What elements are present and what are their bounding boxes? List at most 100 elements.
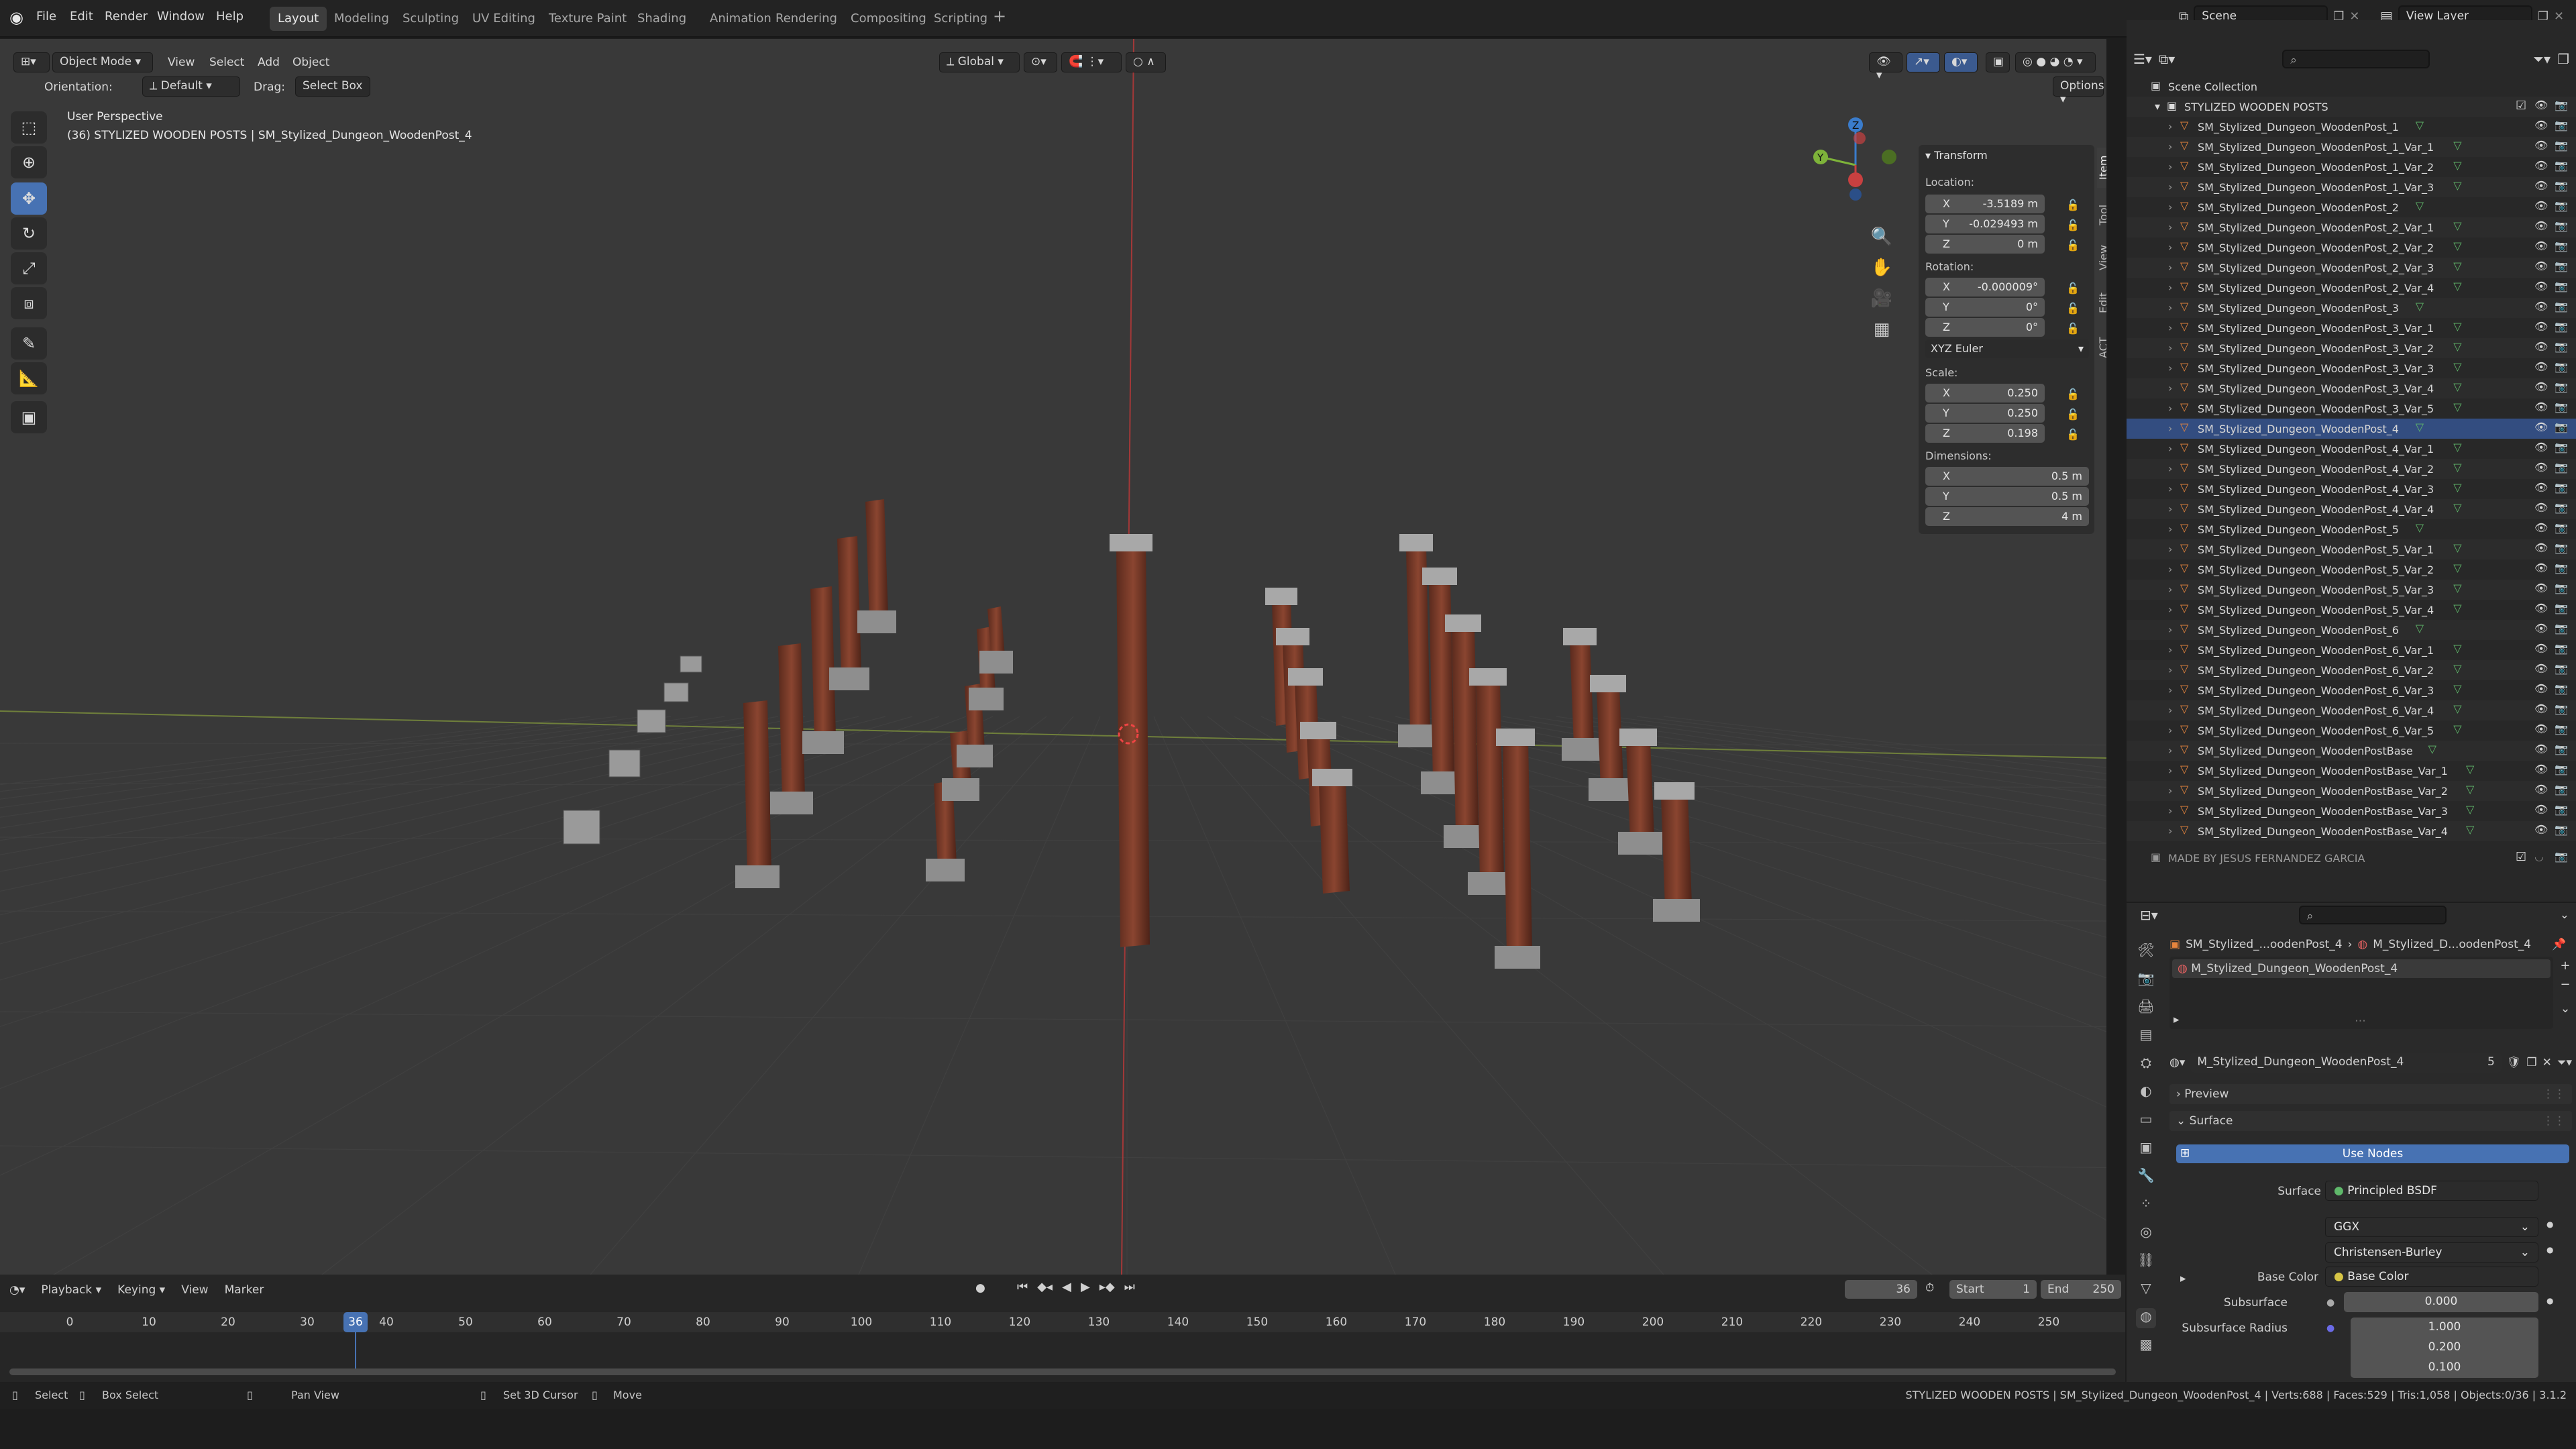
menu-window[interactable]: Window xyxy=(157,9,205,23)
expand-arrow-icon[interactable]: › xyxy=(2168,482,2172,495)
outliner-item[interactable]: › ▽ SM_Stylized_Dungeon_WoodenPost_6_Var_1… xyxy=(2127,640,2576,660)
location-y-field[interactable]: Y -0.029493 m xyxy=(1925,215,2045,233)
mesh-data-icon[interactable]: ▽ xyxy=(2453,260,2461,272)
mesh-data-icon[interactable]: ▽ xyxy=(2466,783,2474,796)
mesh-data-icon[interactable]: ▽ xyxy=(2453,219,2461,232)
expand-arrow-icon[interactable]: › xyxy=(2168,804,2172,817)
location-x-field[interactable]: X -3.5189 m xyxy=(1925,195,2045,213)
eye-icon[interactable]: 👁 xyxy=(2534,501,2548,514)
eye-icon[interactable]: 👁 xyxy=(2534,461,2548,474)
lock-icon[interactable]: 🔓 xyxy=(2066,302,2080,315)
outliner-item[interactable]: › ▽ SM_Stylized_Dungeon_WoodenPostBase_Var… xyxy=(2127,781,2576,801)
editor-type-icon[interactable]: ◔▾ xyxy=(9,1283,25,1297)
outliner-item[interactable]: › ▽ SM_Stylized_Dungeon_WoodenPost_6_Var_4… xyxy=(2127,700,2576,720)
mesh-data-icon[interactable]: ▽ xyxy=(2466,763,2474,775)
outliner-item[interactable]: › ▽ SM_Stylized_Dungeon_WoodenPost_2_Var_4… xyxy=(2127,278,2576,298)
proportional-edit-button[interactable]: ○ ∧ xyxy=(1126,52,1166,72)
gizmo-toggle-button[interactable]: ↗▾ xyxy=(1907,52,1940,72)
menu-select[interactable]: Select xyxy=(209,56,244,69)
camera-icon[interactable]: 📷 xyxy=(2555,722,2568,735)
pivot-point-button[interactable]: ⊙▾ xyxy=(1024,52,1057,72)
eye-icon[interactable]: 👁 xyxy=(2534,763,2548,775)
expand-arrow-icon[interactable]: › xyxy=(2168,724,2172,737)
outliner-item[interactable]: › ▽ SM_Stylized_Dungeon_WoodenPost_1_Var_3… xyxy=(2127,177,2576,197)
scale-tool[interactable]: ⤢ xyxy=(11,252,47,284)
view-layer-icon[interactable]: ▤ xyxy=(2136,1026,2156,1046)
select-box-tool[interactable]: ⬚ xyxy=(11,111,47,144)
outliner-item[interactable]: › ▽ SM_Stylized_Dungeon_WoodenPost_5_Var_2… xyxy=(2127,559,2576,580)
keyframe-dot-icon[interactable]: ● xyxy=(2546,1220,2553,1229)
expand-arrow-icon[interactable]: › xyxy=(2168,583,2172,596)
camera-icon[interactable]: 📷 xyxy=(2555,850,2568,863)
mesh-data-icon[interactable]: ▽ xyxy=(2453,159,2461,172)
outliner-item[interactable]: › ▽ SM_Stylized_Dungeon_WoodenPost_6_Var_5… xyxy=(2127,720,2576,741)
scene-collection-row[interactable]: ▣ Scene Collection xyxy=(2127,76,2576,97)
play-reverse-icon[interactable]: ◀ xyxy=(1062,1280,1071,1294)
mesh-data-icon[interactable]: ▽ xyxy=(2453,602,2461,614)
jump-end-icon[interactable]: ⏭ xyxy=(1124,1280,1135,1294)
eye-icon[interactable]: 👁 xyxy=(2534,119,2548,131)
workspace-tab-sculpting[interactable]: Sculpting xyxy=(394,7,467,31)
camera-icon[interactable]: 📷 xyxy=(2555,682,2568,695)
eye-icon[interactable]: 👁 xyxy=(2534,481,2548,494)
outliner-item[interactable]: › ▽ SM_Stylized_Dungeon_WoodenPost_4_Var_2… xyxy=(2127,459,2576,479)
mesh-data-icon[interactable]: ▽ xyxy=(2453,561,2461,574)
camera-icon[interactable]: 📷 xyxy=(2555,662,2568,675)
expand-arrow-icon[interactable]: › xyxy=(2168,462,2172,475)
eye-icon[interactable]: 👁 xyxy=(2534,320,2548,333)
add-slot-button[interactable]: + xyxy=(2557,957,2573,975)
rotation-z-field[interactable]: Z 0° xyxy=(1925,318,2045,337)
mesh-data-icon[interactable]: ▽ xyxy=(2416,199,2424,212)
mesh-data-icon[interactable]: ▽ xyxy=(2453,722,2461,735)
mesh-data-icon[interactable]: ▽ xyxy=(2453,461,2461,474)
keying-menu[interactable]: Keying ▾ xyxy=(117,1283,165,1297)
eye-icon[interactable]: 👁 xyxy=(2534,622,2548,635)
properties-search-input[interactable]: ⌕ xyxy=(2298,906,2447,924)
mesh-data-icon[interactable]: ▽ xyxy=(2453,642,2461,655)
expand-arrow-icon[interactable]: › xyxy=(2168,563,2172,576)
expand-arrow-icon[interactable]: › xyxy=(2168,543,2172,555)
prev-keyframe-icon[interactable]: ◆◂ xyxy=(1037,1280,1053,1294)
expand-arrow-icon[interactable]: › xyxy=(2168,362,2172,374)
eye-icon[interactable]: 👁 xyxy=(2534,722,2548,735)
eye-icon[interactable]: 👁 xyxy=(2534,260,2548,272)
timeline-marker-menu[interactable]: Marker xyxy=(225,1283,264,1297)
eye-icon[interactable]: 👁 xyxy=(2534,340,2548,353)
expand-arrow-icon[interactable]: › xyxy=(2168,623,2172,636)
sidebar-tab-item[interactable]: Item xyxy=(2097,148,2106,188)
render-icon[interactable]: 📷 xyxy=(2136,970,2156,990)
dimensions-z-field[interactable]: Z 4 m xyxy=(1925,507,2089,526)
overlays-button[interactable]: ◐▾ xyxy=(1944,52,1978,72)
object-mode-dropdown[interactable]: Object Mode ▾ xyxy=(52,52,153,72)
expand-arrow-icon[interactable]: › xyxy=(2168,281,2172,294)
camera-icon[interactable]: 📷 xyxy=(2555,159,2568,172)
sidebar-tab-edit[interactable]: Edit xyxy=(2097,283,2106,323)
clock-icon[interactable]: ⏱ xyxy=(1925,1281,1934,1295)
camera-icon[interactable]: 📷 xyxy=(2555,582,2568,594)
options-dropdown[interactable]: Options ▾ xyxy=(2053,76,2104,106)
eye-icon[interactable]: 👁 xyxy=(2534,199,2548,212)
expand-arrow-icon[interactable]: › xyxy=(2168,744,2172,757)
node-link-icon[interactable]: ⏷▾ xyxy=(2557,1056,2572,1069)
base-color-socket[interactable]: ● Base Color xyxy=(2325,1267,2538,1287)
object-icon[interactable]: ▣ xyxy=(2136,1139,2156,1159)
navigation-gizmo[interactable]: Z Y xyxy=(1805,111,1898,219)
eye-icon[interactable]: 👁 xyxy=(2534,682,2548,695)
footer-collection-row[interactable]: ▣ MADE BY JESUS FERNANDEZ GARCIA ☑ ◡ 📷 xyxy=(2127,848,2576,868)
orientation-dropdown[interactable]: ⟂ Default ▾ xyxy=(142,76,240,97)
camera-view-icon[interactable]: 🎥 xyxy=(1865,283,1898,314)
rotation-y-field[interactable]: Y 0° xyxy=(1925,298,2045,317)
outliner-item[interactable]: › ▽ SM_Stylized_Dungeon_WoodenPost_6_Var_3… xyxy=(2127,680,2576,700)
eye-icon[interactable]: 👁 xyxy=(2534,159,2548,172)
add-cube-tool[interactable]: ▣ xyxy=(11,401,47,433)
expand-arrow-icon[interactable]: › xyxy=(2168,784,2172,797)
outliner-item[interactable]: › ▽ SM_Stylized_Dungeon_WoodenPost_2 ▽ 👁 📷 xyxy=(2127,197,2576,217)
mesh-data-icon[interactable]: ▽ xyxy=(2453,320,2461,333)
editor-type-button[interactable]: ⊞▾ xyxy=(13,52,50,72)
expand-arrow-icon[interactable]: › xyxy=(2168,382,2172,394)
expand-arrow-icon[interactable]: ▸ xyxy=(2174,1013,2180,1026)
camera-icon[interactable]: 📷 xyxy=(2555,360,2568,373)
lock-icon[interactable]: 🔓 xyxy=(2066,322,2080,335)
camera-icon[interactable]: 📷 xyxy=(2555,783,2568,796)
eye-icon[interactable]: 👁 xyxy=(2534,803,2548,816)
